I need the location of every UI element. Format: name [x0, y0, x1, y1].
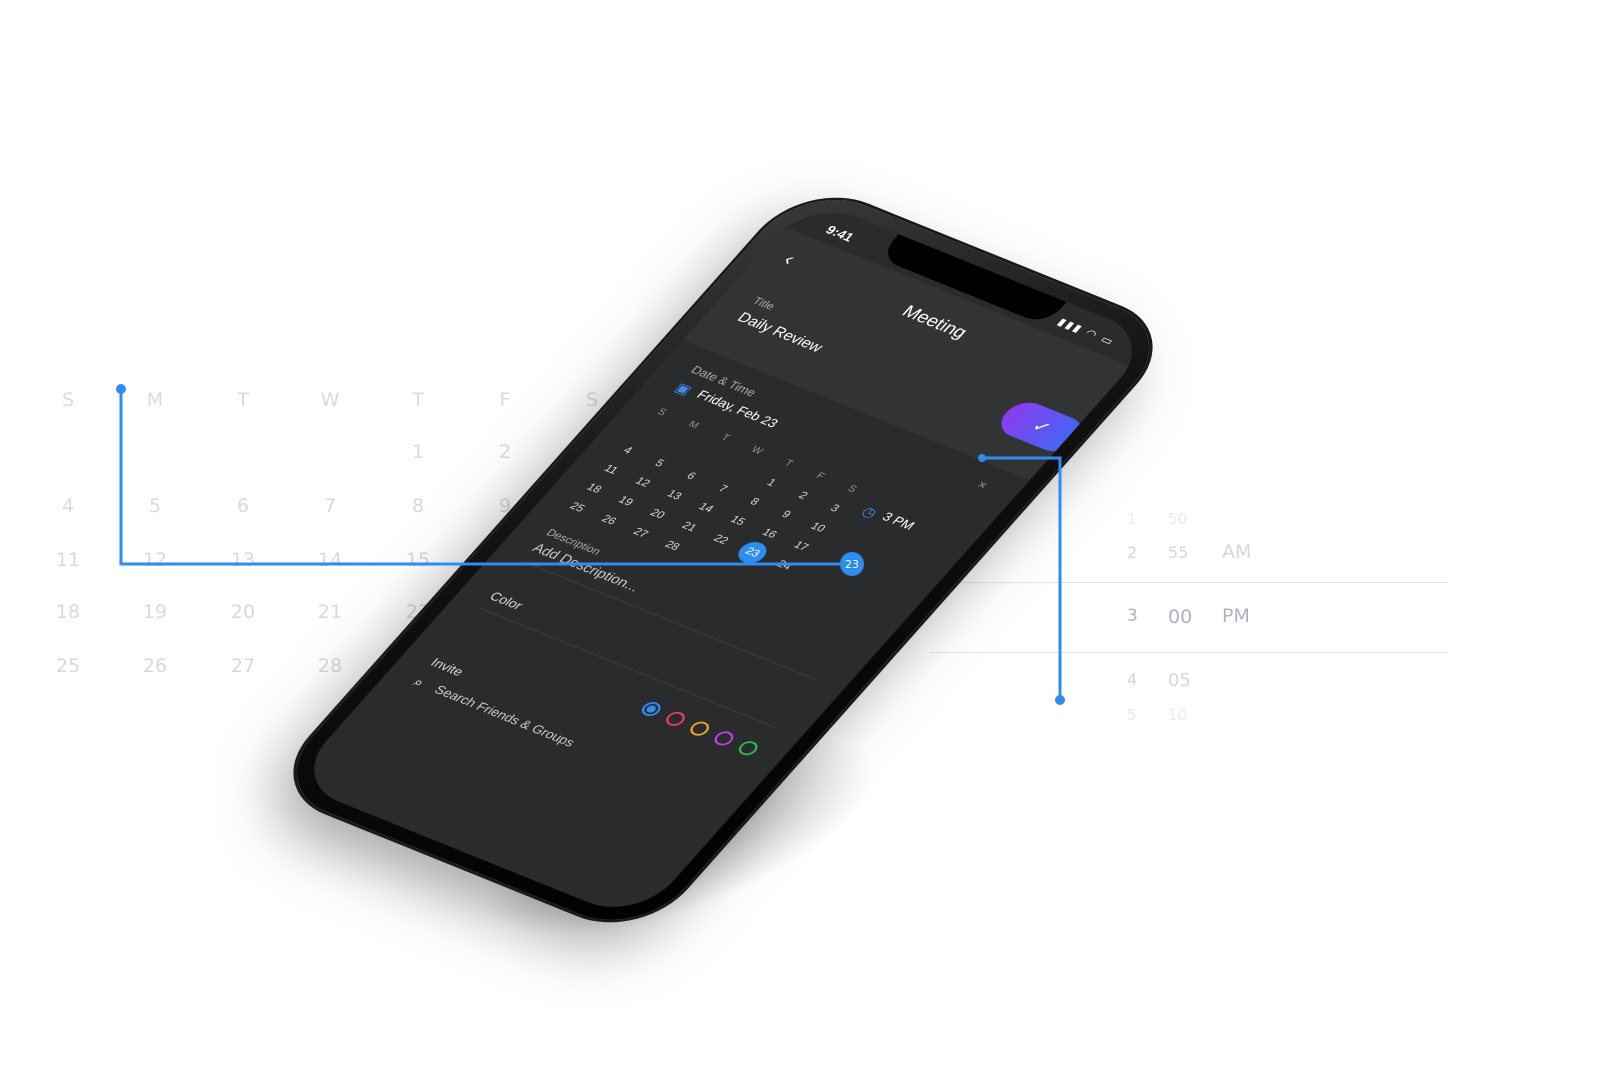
status-time: 9:41 [822, 222, 858, 245]
color-option-green[interactable] [735, 738, 762, 758]
battery-icon: ▭ [1097, 333, 1118, 349]
background-day[interactable]: 21 [300, 592, 360, 632]
mini-calendar-weekday: S [844, 483, 859, 495]
background-day[interactable]: 28 [300, 646, 360, 686]
tp-minute: 10 [1168, 706, 1188, 724]
mini-calendar-day[interactable]: 10 [800, 517, 836, 538]
mini-calendar-day[interactable]: 14 [688, 498, 724, 519]
color-option-purple[interactable] [710, 729, 738, 748]
background-day[interactable]: 1 [388, 432, 448, 472]
background-day[interactable]: 19 [125, 592, 185, 632]
tp-period: AM [1222, 541, 1252, 563]
background-day[interactable]: 2 [475, 432, 535, 472]
tp-hour: 4 [1127, 670, 1138, 689]
mini-calendar-day[interactable]: 19 [607, 491, 643, 512]
tp-hour: 1 [1127, 510, 1137, 528]
background-day[interactable]: 26 [125, 646, 185, 686]
mini-calendar-day[interactable]: 9 [768, 504, 804, 525]
tp-minute: 05 [1168, 670, 1191, 691]
background-weekday: W [320, 389, 340, 411]
mini-calendar-day[interactable]: 11 [593, 459, 629, 480]
background-day[interactable]: 13 [213, 540, 273, 580]
mini-calendar-day[interactable]: 28 [654, 536, 690, 557]
color-divider [479, 607, 775, 728]
background-weekday: F [499, 389, 511, 411]
mini-calendar-day[interactable]: 18 [576, 478, 612, 499]
background-day[interactable]: 14 [300, 540, 360, 580]
tp-hour: 5 [1127, 706, 1137, 724]
calendar-icon: ▣ [671, 379, 696, 398]
clock-icon: ◷ [858, 503, 882, 521]
tp-hour: 2 [1127, 543, 1138, 562]
color-option-selected-fill [644, 704, 658, 714]
mini-calendar-day[interactable]: 25 [559, 497, 595, 518]
mini-calendar-weekday: T [718, 432, 732, 444]
signal-icon: ▮▮▮ [1054, 316, 1086, 336]
search-icon: ⌕ [410, 674, 429, 690]
tp-selection-line-bottom [930, 652, 1448, 653]
color-label: Color [486, 588, 527, 613]
tp-minute: 50 [1168, 510, 1188, 528]
background-day[interactable]: 8 [388, 486, 448, 526]
background-day[interactable]: 12 [125, 540, 185, 580]
mini-calendar-day[interactable]: 2 [785, 485, 821, 506]
tp-period-selected[interactable]: PM [1222, 605, 1250, 627]
mini-calendar-day[interactable]: 7 [705, 479, 741, 500]
background-weekday: S [61, 389, 75, 411]
mini-calendar-day[interactable]: 26 [591, 510, 627, 531]
mini-calendar-day[interactable]: 24 [766, 555, 802, 576]
mini-calendar-weekday: S [654, 406, 669, 418]
mini-calendar-day[interactable]: 8 [736, 492, 772, 513]
tp-minute: 55 [1168, 543, 1189, 562]
mini-calendar-day[interactable]: 4 [609, 440, 645, 461]
background-weekday: T [412, 389, 424, 411]
mini-calendar-day[interactable]: 27 [622, 523, 658, 544]
invite-label: Invite [427, 655, 468, 679]
connector-time-end-dot [1055, 695, 1065, 705]
mini-calendar-day[interactable]: 20 [639, 504, 675, 525]
check-icon: ✓ [1027, 415, 1056, 438]
mini-calendar-day[interactable]: 22 [703, 529, 739, 550]
description-divider [521, 560, 817, 681]
mini-calendar-day[interactable]: 3 [816, 498, 852, 519]
background-day[interactable]: 4 [38, 486, 98, 526]
mini-calendar-day[interactable]: 1 [753, 473, 789, 494]
tp-hour-selected[interactable]: 3 [1127, 606, 1138, 626]
tp-selection-line-top [930, 582, 1448, 583]
mini-calendar-weekday: W [748, 444, 766, 457]
background-day[interactable]: 5 [125, 486, 185, 526]
mini-calendar-weekday: F [813, 470, 827, 482]
mini-calendar-day[interactable]: 15 [719, 510, 755, 531]
background-weekday-row: SMTWTFS [40, 380, 680, 420]
background-day[interactable]: 20 [213, 592, 273, 632]
invite-search-input[interactable]: Search Friends & Groups [431, 682, 578, 749]
background-day[interactable]: 27 [213, 646, 273, 686]
mini-calendar-day[interactable]: 13 [656, 485, 692, 506]
close-icon[interactable]: × [973, 477, 992, 493]
mini-calendar-day[interactable]: 5 [641, 453, 677, 474]
mini-calendar-day[interactable]: 12 [624, 472, 660, 493]
background-day[interactable]: 6 [213, 486, 273, 526]
mini-calendar-weekday: T [781, 458, 796, 470]
color-option-blue[interactable] [638, 699, 665, 719]
tp-minute-selected[interactable]: 00 [1168, 606, 1192, 628]
mini-calendar-day[interactable]: 6 [673, 466, 709, 487]
background-weekday: M [146, 389, 164, 411]
background-day[interactable]: 18 [38, 592, 98, 632]
mini-calendar-day[interactable]: 17 [783, 536, 819, 557]
mini-calendar-weekday: M [685, 419, 702, 432]
color-option-orange[interactable] [686, 719, 713, 738]
background-weekday: T [237, 389, 249, 411]
time-value[interactable]: 3 PM [879, 509, 918, 532]
background-day[interactable]: 7 [300, 486, 360, 526]
background-day[interactable]: 15 [388, 540, 448, 580]
mini-calendar-day[interactable]: 21 [671, 517, 707, 538]
background-day[interactable]: 25 [38, 646, 98, 686]
background-day[interactable]: 11 [38, 540, 98, 580]
color-option-pink[interactable] [662, 709, 689, 729]
wifi-icon: ◠ [1082, 327, 1102, 342]
